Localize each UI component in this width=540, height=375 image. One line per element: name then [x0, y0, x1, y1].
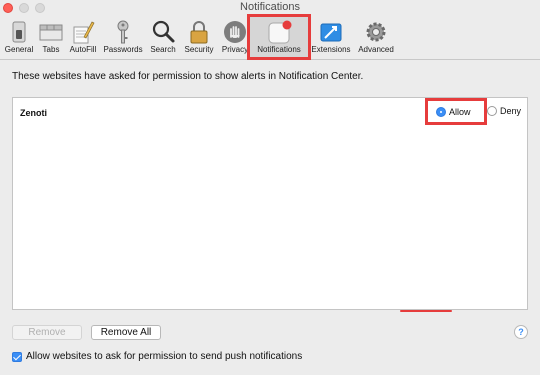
push-permission-checkbox[interactable]	[12, 351, 22, 362]
tabs-icon	[39, 24, 63, 41]
deny-radio[interactable]	[487, 106, 497, 116]
annotation-mark	[400, 310, 452, 312]
toolbar-label-notifications: Notifications	[257, 45, 301, 54]
deny-label: Deny	[500, 106, 522, 116]
toolbar-item-search[interactable]: Search	[147, 17, 179, 57]
toolbar-item-passwords[interactable]: Passwords	[101, 17, 145, 57]
toolbar-label-security: Security	[184, 45, 214, 54]
push-permission-option[interactable]: Allow websites to ask for permission to …	[12, 351, 302, 362]
padlock-icon	[190, 21, 208, 44]
pencil-icon	[73, 21, 95, 44]
title-bar: Notifications	[0, 0, 540, 14]
toolbar-label-autofill: AutoFill	[69, 45, 97, 54]
general-switch-icon	[12, 21, 26, 43]
help-button[interactable]: ?	[514, 325, 528, 339]
remove-button[interactable]: Remove	[12, 325, 82, 340]
toolbar-label-advanced: Advanced	[358, 45, 394, 54]
toolbar-label-tabs: Tabs	[42, 45, 60, 54]
toolbar-item-advanced[interactable]: Advanced	[355, 17, 397, 57]
toolbar-item-extensions[interactable]: Extensions	[310, 17, 352, 57]
toolbar-item-tabs[interactable]: Tabs	[37, 17, 65, 57]
key-icon	[117, 20, 129, 44]
allow-radio[interactable]	[436, 106, 446, 117]
toolbar-item-general[interactable]: General	[2, 17, 36, 57]
window-title: Notifications	[240, 1, 300, 13]
toolbar-label-general: General	[4, 45, 34, 54]
toolbar-label-extensions: Extensions	[311, 45, 351, 54]
preferences-toolbar: General Tabs AutoFill Passwords Search S…	[0, 14, 540, 60]
toolbar-label-privacy: Privacy	[221, 45, 249, 54]
hand-icon	[224, 21, 246, 43]
website-name: Zenoti	[20, 108, 47, 118]
puzzle-icon	[320, 23, 342, 42]
toolbar-item-notifications[interactable]: Notifications	[247, 14, 311, 60]
gear-icon	[366, 22, 386, 42]
push-permission-label: Allow websites to ask for permission to …	[26, 351, 303, 362]
remove-all-button[interactable]: Remove All	[91, 325, 161, 340]
deny-option[interactable]: Deny	[487, 106, 521, 116]
toolbar-label-search: Search	[150, 45, 176, 54]
allow-option[interactable]: Allow	[425, 98, 487, 125]
toolbar-item-autofill[interactable]: AutoFill	[66, 17, 100, 57]
toolbar-label-passwords: Passwords	[103, 45, 143, 54]
magnifier-icon	[152, 20, 175, 43]
toolbar-item-security[interactable]: Security	[180, 17, 218, 57]
website-list: Zenoti Allow Deny	[12, 97, 528, 310]
permission-description: These websites have asked for permission…	[12, 71, 364, 82]
notifications-icon	[268, 20, 292, 44]
allow-label: Allow	[449, 106, 471, 117]
